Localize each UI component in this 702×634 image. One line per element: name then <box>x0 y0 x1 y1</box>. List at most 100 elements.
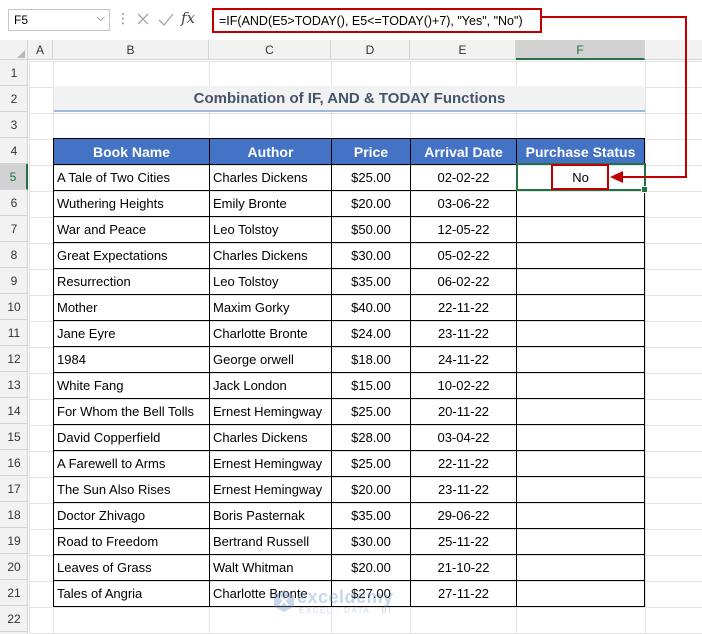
cell-purchase-status[interactable] <box>516 450 645 477</box>
cell-author[interactable]: Bertrand Russell <box>209 528 332 555</box>
cell-author[interactable]: Ernest Hemingway <box>209 450 332 477</box>
cell-author[interactable]: George orwell <box>209 346 332 373</box>
cell-price[interactable]: $25.00 <box>331 450 411 477</box>
cell-book-name[interactable]: Mother <box>53 294 210 321</box>
cell-arrival-date[interactable]: 29-06-22 <box>410 502 517 529</box>
row-header[interactable]: 18 <box>0 502 28 528</box>
cell-purchase-status[interactable] <box>516 554 645 581</box>
row-header[interactable]: 11 <box>0 320 28 346</box>
cell-price[interactable]: $35.00 <box>331 502 411 529</box>
row-header[interactable]: 4 <box>0 138 28 164</box>
select-all-corner[interactable] <box>0 40 28 60</box>
cancel-icon[interactable] <box>135 8 151 30</box>
row-header[interactable]: 10 <box>0 294 28 320</box>
cell-book-name[interactable]: Tales of Angria <box>53 580 210 607</box>
header-purchase-status[interactable]: Purchase Status <box>516 138 645 165</box>
cell-author[interactable]: Boris Pasternak <box>209 502 332 529</box>
cell-purchase-status[interactable] <box>516 476 645 503</box>
cell-purchase-status[interactable] <box>516 528 645 555</box>
column-header-e[interactable]: E <box>410 40 516 60</box>
cell-book-name[interactable]: Resurrection <box>53 268 210 295</box>
cell-purchase-status[interactable] <box>516 502 645 529</box>
enter-check-icon[interactable] <box>157 8 175 30</box>
cell-arrival-date[interactable]: 12-05-22 <box>410 216 517 243</box>
cell-author[interactable]: Emily Bronte <box>209 190 332 217</box>
cell-purchase-status[interactable] <box>516 242 645 269</box>
cell-price[interactable]: $20.00 <box>331 476 411 503</box>
row-header[interactable]: 21 <box>0 580 28 606</box>
row-header[interactable]: 8 <box>0 242 28 268</box>
cell-book-name[interactable]: Doctor Zhivago <box>53 502 210 529</box>
cell-author[interactable]: Charles Dickens <box>209 164 332 191</box>
cell-book-name[interactable]: A Farewell to Arms <box>53 450 210 477</box>
cell-book-name[interactable]: For Whom the Bell Tolls <box>53 398 210 425</box>
row-header[interactable]: 9 <box>0 268 28 294</box>
cell-author[interactable]: Maxim Gorky <box>209 294 332 321</box>
cell-purchase-status[interactable] <box>516 320 645 347</box>
row-header[interactable]: 15 <box>0 424 28 450</box>
cell-arrival-date[interactable]: 23-11-22 <box>410 320 517 347</box>
cell-book-name[interactable]: The Sun Also Rises <box>53 476 210 503</box>
column-header-d[interactable]: D <box>331 40 410 60</box>
cell-arrival-date[interactable]: 10-02-22 <box>410 372 517 399</box>
cell-arrival-date[interactable]: 20-11-22 <box>410 398 517 425</box>
cell-book-name[interactable]: David Copperfield <box>53 424 210 451</box>
row-header[interactable]: 17 <box>0 476 28 502</box>
cell-purchase-status[interactable] <box>516 268 645 295</box>
formula-input[interactable]: =IF(AND(E5>TODAY(), E5<=TODAY()+7), "Yes… <box>212 8 542 33</box>
cell-book-name[interactable]: White Fang <box>53 372 210 399</box>
cell-author[interactable]: Ernest Hemingway <box>209 398 332 425</box>
cell-purchase-status[interactable] <box>516 580 645 607</box>
cell-price[interactable]: $35.00 <box>331 268 411 295</box>
cell-price[interactable]: $24.00 <box>331 320 411 347</box>
chevron-down-icon[interactable]: ⌵ <box>97 12 105 25</box>
row-header[interactable]: 20 <box>0 554 28 580</box>
cell-author[interactable]: Jack London <box>209 372 332 399</box>
cell-book-name[interactable]: Road to Freedom <box>53 528 210 555</box>
cell-price[interactable]: $30.00 <box>331 528 411 555</box>
row-header[interactable]: 3 <box>0 112 28 138</box>
cell-author[interactable]: Leo Tolstoy <box>209 268 332 295</box>
cell-price[interactable]: $28.00 <box>331 424 411 451</box>
cell-price[interactable]: $40.00 <box>331 294 411 321</box>
row-header[interactable]: 6 <box>0 190 28 216</box>
row-header[interactable]: 13 <box>0 372 28 398</box>
cell-book-name[interactable]: A Tale of Two Cities <box>53 164 210 191</box>
cell-purchase-status[interactable] <box>516 372 645 399</box>
cell-arrival-date[interactable]: 06-02-22 <box>410 268 517 295</box>
row-header-selected[interactable]: 5 <box>0 164 28 190</box>
cell-book-name[interactable]: Leaves of Grass <box>53 554 210 581</box>
cell-price[interactable]: $15.00 <box>331 372 411 399</box>
cell-arrival-date[interactable]: 03-06-22 <box>410 190 517 217</box>
cell-arrival-date[interactable]: 22-11-22 <box>410 450 517 477</box>
cell-author[interactable]: Charlotte Bronte <box>209 320 332 347</box>
cell-arrival-date[interactable]: 05-02-22 <box>410 242 517 269</box>
cell-purchase-status[interactable] <box>516 294 645 321</box>
cell-book-name[interactable]: Jane Eyre <box>53 320 210 347</box>
cell-price[interactable]: $18.00 <box>331 346 411 373</box>
cell-purchase-status[interactable] <box>516 190 645 217</box>
row-header[interactable]: 12 <box>0 346 28 372</box>
cell-purchase-status[interactable] <box>516 398 645 425</box>
cell-price[interactable]: $50.00 <box>331 216 411 243</box>
cell-purchase-status[interactable] <box>516 216 645 243</box>
cell-price[interactable]: $25.00 <box>331 398 411 425</box>
header-price[interactable]: Price <box>331 138 411 165</box>
cell-arrival-date[interactable]: 24-11-22 <box>410 346 517 373</box>
cell-author[interactable]: Charles Dickens <box>209 242 332 269</box>
cell-price[interactable]: $20.00 <box>331 190 411 217</box>
cell-book-name[interactable]: Great Expectations <box>53 242 210 269</box>
insert-function-icon[interactable]: fx <box>181 9 195 27</box>
cell-arrival-date[interactable]: 22-11-22 <box>410 294 517 321</box>
cell-purchase-status[interactable] <box>516 346 645 373</box>
sheet-title[interactable]: Combination of IF, AND & TODAY Functions <box>54 86 645 112</box>
cell-book-name[interactable]: Wuthering Heights <box>53 190 210 217</box>
cell-author[interactable]: Ernest Hemingway <box>209 476 332 503</box>
row-header[interactable]: 7 <box>0 216 28 242</box>
cell-book-name[interactable]: War and Peace <box>53 216 210 243</box>
header-arrival-date[interactable]: Arrival Date <box>410 138 517 165</box>
cell-purchase-status[interactable] <box>516 424 645 451</box>
row-header[interactable]: 19 <box>0 528 28 554</box>
cell-author[interactable]: Charles Dickens <box>209 424 332 451</box>
name-box[interactable]: F5 ⌵ <box>8 9 110 31</box>
